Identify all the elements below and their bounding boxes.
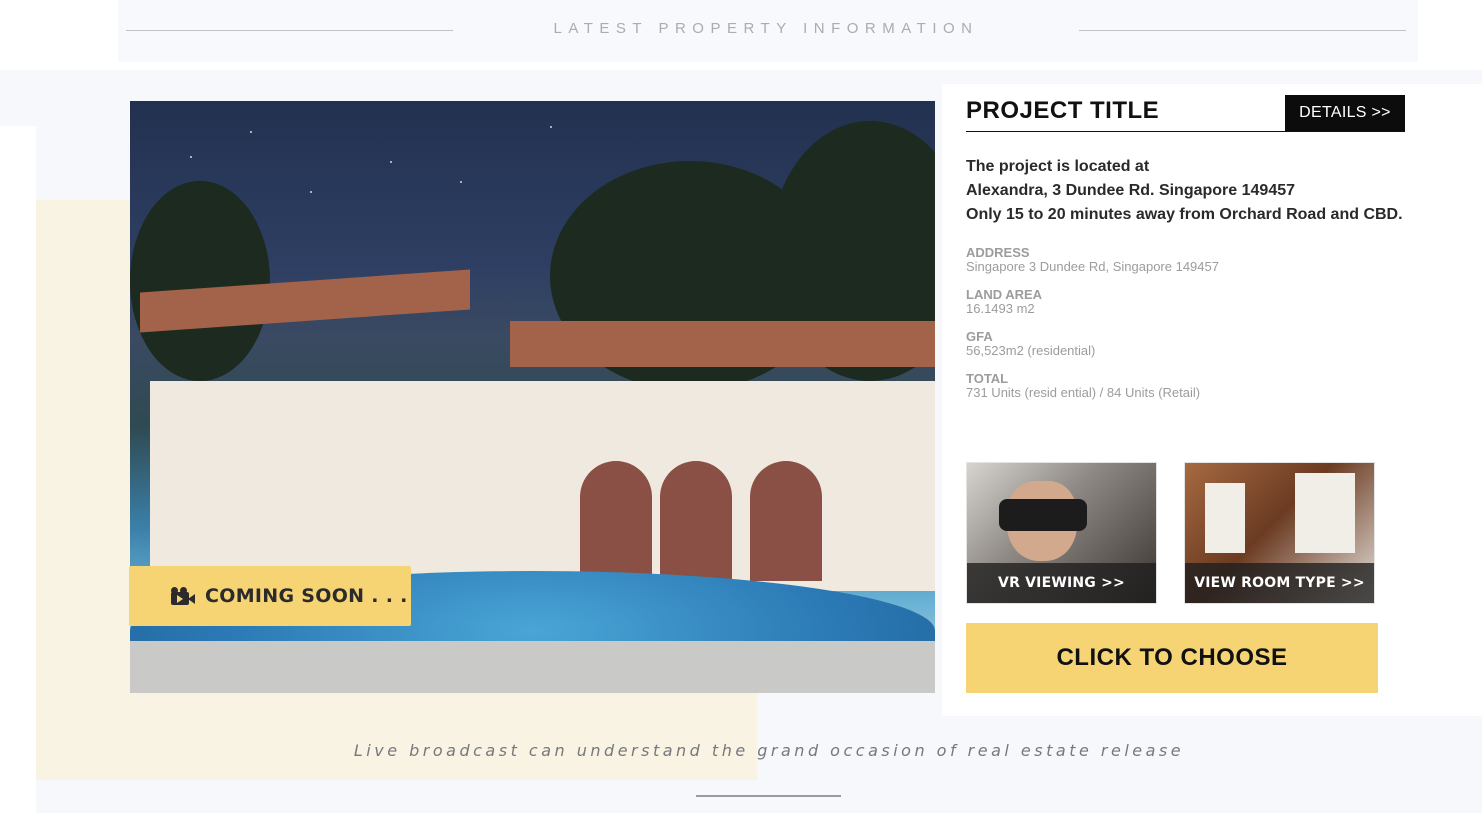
header-line-right [1079, 30, 1406, 31]
section-title: LATEST PROPERTY INFORMATION [553, 20, 979, 37]
intro-line: The project is located at [966, 158, 1150, 175]
view-room-type-card[interactable]: VIEW ROOM TYPE >> [1184, 462, 1375, 604]
details-button[interactable]: DETAILS >> [1285, 95, 1405, 131]
room-shelf-image [1205, 483, 1245, 553]
spec-value: 56,523m2 (residential) [966, 343, 1096, 358]
spec-label: GFA [966, 329, 993, 344]
video-camera-icon [171, 587, 195, 605]
intro-line: Only 15 to 20 minutes away from Orchard … [966, 206, 1403, 223]
spec-value: Singapore 3 Dundee Rd, Singapore 149457 [966, 259, 1219, 274]
spec-value: 16.1493 m2 [966, 301, 1035, 316]
spec-label: ADDRESS [966, 245, 1030, 260]
spec-gfa: GFA 56,523m2 (residential) [966, 330, 1095, 358]
room-cabinet-image [1295, 473, 1355, 553]
coming-soon-badge[interactable]: COMING SOON . . . [129, 566, 411, 626]
intro-line: Alexandra, 3 Dundee Rd. Singapore 149457 [966, 182, 1296, 199]
spec-label: LAND AREA [966, 287, 1043, 302]
spec-label: TOTAL [966, 371, 1009, 386]
spec-address: ADDRESS Singapore 3 Dundee Rd, Singapore… [966, 246, 1219, 274]
left-margin [0, 126, 36, 813]
footer-divider [696, 795, 841, 797]
click-to-choose-button[interactable]: CLICK TO CHOOSE [966, 623, 1378, 693]
vr-viewing-label: VR VIEWING >> [967, 563, 1156, 603]
project-title: PROJECT TITLE [966, 97, 1160, 124]
project-title-row: PROJECT TITLE DETAILS >> [966, 95, 1405, 132]
spec-total: TOTAL 731 Units (resid ential) / 84 Unit… [966, 372, 1200, 400]
spec-value: 731 Units (resid ential) / 84 Units (Ret… [966, 385, 1201, 400]
coming-soon-label: COMING SOON . . . [205, 585, 408, 607]
vr-viewing-card[interactable]: VR VIEWING >> [966, 462, 1157, 604]
view-room-type-label: VIEW ROOM TYPE >> [1185, 563, 1374, 603]
spec-land-area: LAND AREA 16.1493 m2 [966, 288, 1042, 316]
tagline: Live broadcast can understand the grand … [353, 741, 1185, 760]
header-line-left [126, 30, 453, 31]
vr-headset-image [999, 499, 1087, 531]
project-intro: The project is located at Alexandra, 3 D… [966, 155, 1403, 227]
